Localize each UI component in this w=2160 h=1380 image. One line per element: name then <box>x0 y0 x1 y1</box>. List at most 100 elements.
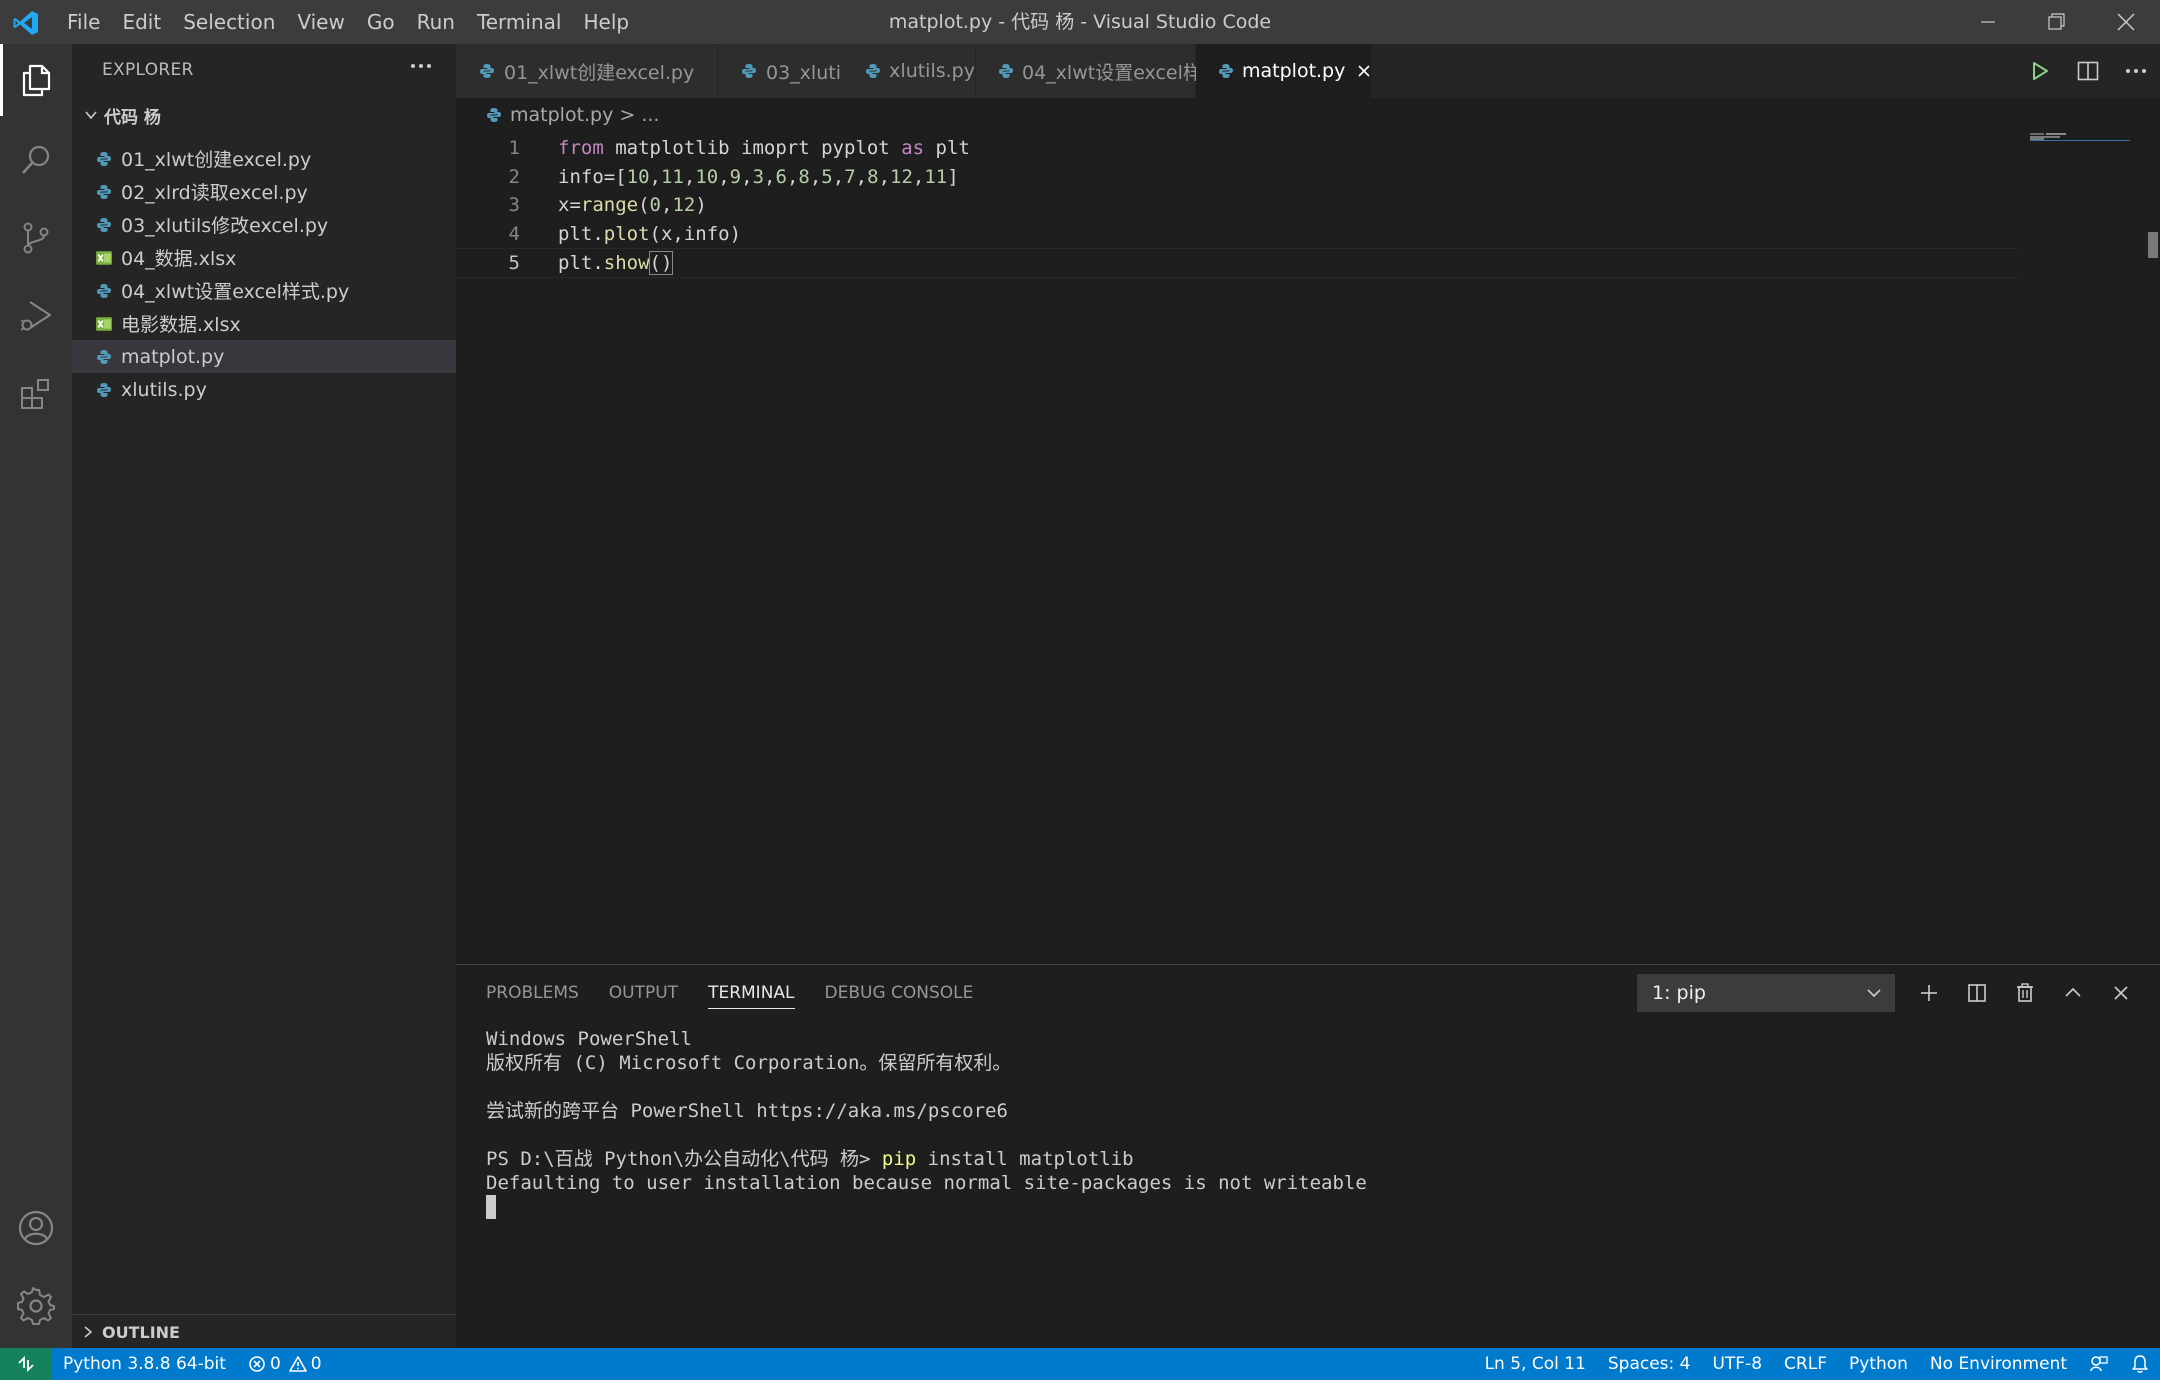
split-terminal-button[interactable] <box>1953 965 2001 1021</box>
file-item[interactable]: matplot.py <box>72 340 456 373</box>
code-token: , <box>878 165 891 188</box>
activity-accounts[interactable] <box>0 1192 72 1264</box>
file-item[interactable]: 02_xlrd读取excel.py <box>72 175 456 208</box>
activity-source-control[interactable] <box>0 202 72 274</box>
menu-edit[interactable]: Edit <box>111 10 172 34</box>
panel-tab[interactable]: DEBUG CONSOLE <box>825 965 974 1021</box>
editor-scrollbar[interactable] <box>2148 232 2158 258</box>
code-editor[interactable]: 1 from matplotlib imoprt pyplot as plt 2 in… <box>456 132 2160 964</box>
chevron-right-icon <box>82 1325 98 1339</box>
problems-indicator[interactable]: 0 0 <box>237 1354 333 1374</box>
menu-help[interactable]: Help <box>572 10 640 34</box>
panel-tab[interactable]: PROBLEMS <box>486 965 579 1021</box>
active-tab-underline <box>708 1008 795 1009</box>
terminal-output[interactable]: Windows PowerShell 版权所有 (C) Microsoft Co… <box>486 1027 2136 1337</box>
kill-terminal-button[interactable] <box>2001 965 2049 1021</box>
notifications-button[interactable] <box>2120 1354 2160 1374</box>
panel-tab[interactable]: OUTPUT <box>609 965 678 1021</box>
terminal-select[interactable]: 1: pip <box>1637 974 1895 1012</box>
file-item[interactable]: 04_xlwt设置excel样式.py <box>72 274 456 307</box>
menu-go[interactable]: Go <box>356 10 406 34</box>
code-token: 8 <box>798 165 810 188</box>
minimap[interactable] <box>2026 132 2146 964</box>
menu-terminal[interactable]: Terminal <box>466 10 573 34</box>
plus-icon <box>1921 985 1937 1001</box>
file-name: 04_数据.xlsx <box>121 248 237 270</box>
activity-run-debug[interactable] <box>0 280 72 352</box>
indentation[interactable]: Spaces: 4 <box>1597 1354 1702 1374</box>
new-terminal-button[interactable] <box>1905 965 1953 1021</box>
workspace-folder[interactable]: 代码 杨 <box>72 100 456 130</box>
line-number: 2 <box>508 165 520 188</box>
code-token: , <box>809 165 822 188</box>
outline-title: OUTLINE <box>102 1322 180 1342</box>
activity-search[interactable] <box>0 124 72 196</box>
feedback-button[interactable] <box>2078 1354 2120 1374</box>
close-panel-button[interactable] <box>2097 965 2145 1021</box>
code-token: 3 <box>752 165 765 188</box>
menu-file[interactable]: File <box>56 10 111 34</box>
maximize-panel-button[interactable] <box>2049 965 2097 1021</box>
cursor-position[interactable]: Ln 5, Col 11 <box>1474 1354 1597 1374</box>
code-line[interactable]: 4 plt.plot(x,info) <box>456 220 2020 248</box>
breadcrumb-file[interactable]: matplot.py <box>510 104 613 126</box>
tab-label: matplot.py <box>1242 60 1346 82</box>
language-mode[interactable]: Python <box>1838 1354 1919 1374</box>
close-icon <box>2114 986 2128 1000</box>
close-window-button[interactable] <box>2091 0 2160 44</box>
code-token: () <box>648 251 674 275</box>
account-icon <box>18 1210 54 1246</box>
code-token: ( <box>638 194 650 216</box>
terminal-cursor <box>486 1195 496 1219</box>
code-line[interactable]: 3 x=range(0,12) <box>456 191 2020 219</box>
activity-extensions[interactable] <box>0 358 72 430</box>
code-token: 11 <box>924 165 948 188</box>
bell-icon <box>2132 1355 2148 1373</box>
python-interpreter[interactable]: Python 3.8.8 64-bit <box>52 1354 237 1374</box>
file-item[interactable]: 04_数据.xlsx <box>72 241 456 274</box>
encoding[interactable]: UTF-8 <box>1701 1354 1773 1374</box>
environment[interactable]: No Environment <box>1919 1354 2078 1374</box>
file-item[interactable]: xlutils.py <box>72 373 456 406</box>
python-file-icon <box>998 62 1014 80</box>
line-number: 5 <box>508 252 520 274</box>
code-line[interactable]: 1 from matplotlib imoprt pyplot as plt <box>456 134 2020 162</box>
code-token: ] <box>947 165 959 188</box>
restore-button[interactable] <box>2022 0 2091 44</box>
code-text: from matplotlib imoprt pyplot as plt <box>558 137 970 159</box>
split-editor-button[interactable] <box>2064 44 2112 98</box>
code-token: 10 <box>695 165 719 188</box>
activity-manage[interactable] <box>0 1270 72 1342</box>
line-ending[interactable]: CRLF <box>1773 1354 1838 1374</box>
breadcrumb-rest[interactable]: > ... <box>619 104 659 126</box>
editor-tab[interactable]: 04_xlwt设置excel样式.py <box>976 44 1250 98</box>
file-item[interactable]: 01_xlwt创建excel.py <box>72 142 456 175</box>
panel-tab[interactable]: TERMINAL <box>708 965 795 1021</box>
menu-selection[interactable]: Selection <box>172 10 286 34</box>
menu-view[interactable]: View <box>286 10 355 34</box>
code-token: , <box>649 165 661 188</box>
close-tab-button[interactable] <box>1357 61 1371 81</box>
file-item[interactable]: 03_xlutils修改excel.py <box>72 208 456 241</box>
outline-section[interactable]: OUTLINE <box>72 1314 456 1349</box>
editor-tab[interactable]: 01_xlwt创建excel.py <box>456 44 718 98</box>
menu-run[interactable]: Run <box>406 10 466 34</box>
panel-tabs: PROBLEMS OUTPUT TERMINAL DEBUG CONSOLE <box>456 965 973 1021</box>
tab-label: xlutils.py <box>889 60 975 82</box>
remote-button[interactable] <box>0 1348 52 1380</box>
code-line[interactable]: 5 plt.show() <box>456 248 2020 278</box>
line-number: 1 <box>508 137 520 159</box>
editor-more-button[interactable] <box>2112 44 2160 98</box>
code-token: x= <box>558 194 581 216</box>
activity-explorer[interactable] <box>0 44 72 116</box>
file-name: 02_xlrd读取excel.py <box>121 182 308 204</box>
code-line[interactable]: 2 info=[10,11,10,9,3,6,8,5,7,8,12,11] <box>456 163 2020 191</box>
sidebar-more-button[interactable] <box>410 62 432 70</box>
run-file-button[interactable] <box>2016 44 2064 98</box>
minimize-button[interactable] <box>1953 0 2022 44</box>
editor-tab[interactable]: xlutils.py <box>842 44 976 98</box>
file-item[interactable]: 电影数据.xlsx <box>72 307 456 340</box>
editor-tab[interactable]: matplot.py <box>1196 44 1372 98</box>
code-token: ) <box>695 194 707 216</box>
terminal-line: Windows PowerShell <box>486 1028 692 1050</box>
